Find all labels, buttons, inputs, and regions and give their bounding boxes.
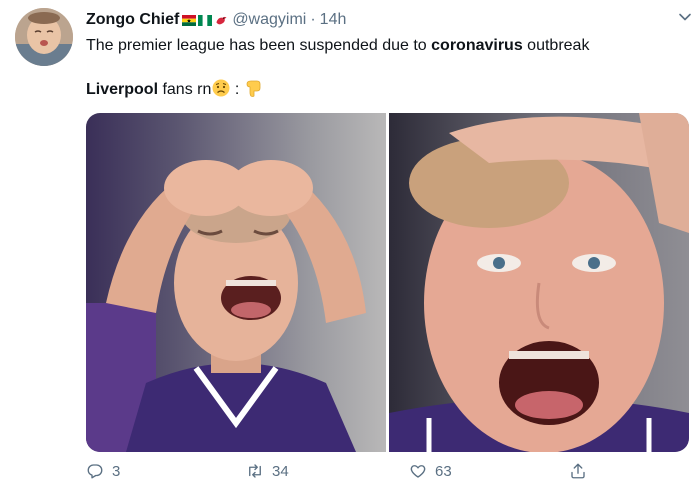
retweet-icon [249,464,261,478]
reply-count: 3 [112,462,121,480]
red-bird-icon [216,16,227,24]
more-options-chevron-icon[interactable] [678,10,692,24]
tweet-text-line-2: Liverpool fans rn : [86,79,261,100]
bold-keyword-coronavirus: coronavirus [431,37,523,54]
tweet-actions: 3 34 63 [86,462,686,482]
avatar-image [15,8,73,66]
photo [389,113,689,452]
retweet-count: 34 [272,462,289,480]
nigeria-flag-icon [198,14,213,26]
reply-button[interactable]: 3 [86,462,120,480]
author-handle[interactable]: @wagyimi [232,11,306,29]
bold-keyword-liverpool: Liverpool [86,81,159,98]
crying-boy-left-image[interactable] [86,113,386,452]
author-name[interactable]: Zongo Chief [86,11,179,29]
tweet-timestamp[interactable]: 14h [320,11,347,29]
tweet-header: Zongo Chief @wagyimi · 14h [86,10,346,30]
like-button[interactable]: 63 [409,462,452,480]
author-avatar[interactable] [15,8,73,66]
text-segment: fans rn [158,81,212,98]
text-segment: outbreak [522,37,590,54]
text-segment: The premier league has been suspended du… [86,37,432,54]
reply-icon [87,464,103,479]
share-button[interactable] [569,462,587,480]
author-badges [182,14,228,26]
crying-boy-right-image[interactable] [389,113,689,452]
pointing-down-emoji [246,80,261,97]
heart-icon [410,465,426,478]
tweet-text-line-1: The premier league has been suspended du… [86,36,589,56]
worried-face-emoji [212,79,230,97]
retweet-button[interactable]: 34 [246,462,289,480]
tweet-media[interactable] [86,113,689,452]
like-count: 63 [435,462,452,480]
text-segment: : [230,81,244,98]
ghana-flag-icon [182,14,197,26]
photo [86,113,386,452]
separator-dot: · [310,11,316,28]
share-icon [571,463,585,479]
